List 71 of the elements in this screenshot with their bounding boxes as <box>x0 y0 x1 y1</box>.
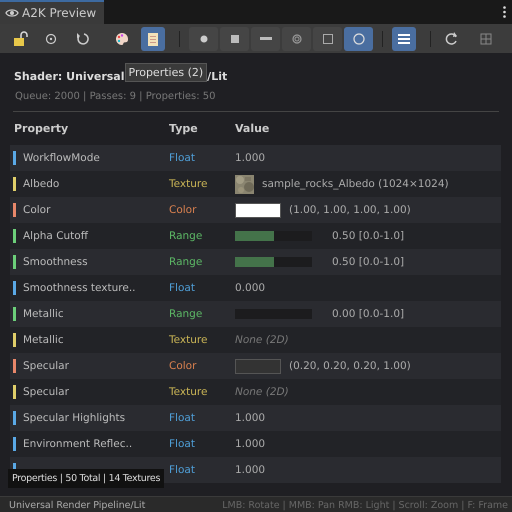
property-type: Float <box>169 412 195 424</box>
property-name: Smoothness texture.. <box>23 282 136 294</box>
property-name: Metallic <box>23 308 64 320</box>
refresh-icon <box>444 30 460 46</box>
plane-icon <box>260 37 272 40</box>
unlock-icon <box>12 30 28 46</box>
toolbar-button[interactable] <box>220 26 249 50</box>
range-slider[interactable] <box>235 231 312 241</box>
property-type: Texture <box>169 178 208 190</box>
property-name: Environment Reflec.. <box>23 438 132 450</box>
float-value: 0.000 <box>235 282 266 294</box>
property-name: Metallic <box>23 334 64 346</box>
property-name: Smoothness <box>23 256 88 268</box>
property-type: Texture <box>169 334 208 346</box>
property-name: Specular Highlights <box>23 412 126 424</box>
range-value: 0.50 [0.0-1.0] <box>332 256 404 268</box>
toolbar-button[interactable] <box>392 26 416 50</box>
column-header: Property <box>14 122 70 137</box>
palette-icon <box>114 30 130 46</box>
shader-name: /Lit <box>207 70 228 83</box>
texture-name: None (2D) <box>235 334 289 346</box>
property-type: Float <box>169 464 195 476</box>
texture-name: sample_rocks_Albedo (1024×1024) <box>262 178 449 190</box>
property-type: Range <box>169 308 202 320</box>
texture-name: None (2D) <box>235 386 289 398</box>
property-name: Specular <box>23 386 69 398</box>
property-name: WorkflowMode <box>23 152 100 164</box>
undo-icon <box>74 30 90 46</box>
eye-icon <box>5 8 19 18</box>
column-header: Type <box>169 122 199 137</box>
toolbar-button[interactable] <box>189 26 218 50</box>
property-type: Float <box>169 152 195 164</box>
property-name: Albedo <box>23 178 60 190</box>
float-value: 1.000 <box>235 152 266 164</box>
property-name: Alpha Cutoff <box>23 230 88 242</box>
float-value: 1.000 <box>235 464 266 476</box>
property-type: Float <box>169 438 195 450</box>
toolbar-button[interactable] <box>251 26 280 50</box>
property-type: Range <box>169 256 202 268</box>
circle-icon <box>350 30 366 46</box>
tooltip: Properties (2) <box>124 63 208 82</box>
property-name: Color <box>23 204 50 216</box>
range-value: 0.50 [0.0-1.0] <box>332 230 404 242</box>
color-swatch[interactable] <box>235 358 281 374</box>
clipboard-icon <box>145 30 161 46</box>
property-type: Color <box>169 204 196 216</box>
float-value: 1.000 <box>235 438 266 450</box>
column-header: Value <box>235 122 270 137</box>
summary-label: Properties | 50 Total | 14 Textures <box>8 469 164 488</box>
grid-icon <box>478 30 494 46</box>
status-text: Universal Render Pipeline/Lit <box>9 500 146 510</box>
property-type: Range <box>169 230 202 242</box>
toolbar-button[interactable] <box>141 26 165 50</box>
property-type: Texture <box>169 386 208 398</box>
control-hints: LMB: Rotate | MMB: Pan RMB: Light | Scroll: Zoom | F: Frame <box>222 500 508 510</box>
property-type: Color <box>169 360 196 372</box>
range-value: 0.00 [0.0-1.0] <box>332 308 404 320</box>
color-swatch[interactable] <box>235 202 281 218</box>
toolbar-button[interactable] <box>344 26 373 50</box>
toolbar-button[interactable] <box>313 26 342 50</box>
window-title: A2K Preview <box>22 6 96 20</box>
shader-name: Shader: Universal <box>14 70 124 83</box>
float-value: 1.000 <box>235 412 266 424</box>
property-name: Specular <box>23 360 69 372</box>
shader-stats: Queue: 2000 | Passes: 9 | Properties: 50 <box>15 91 217 102</box>
property-type: Float <box>169 282 195 294</box>
more-icon[interactable] <box>503 6 506 18</box>
range-slider[interactable] <box>235 257 312 267</box>
window-tab[interactable]: A2K Preview <box>0 0 104 24</box>
color-value: (0.20, 0.20, 0.20, 1.00) <box>289 360 411 372</box>
color-value: (1.00, 1.00, 1.00, 1.00) <box>289 204 411 216</box>
